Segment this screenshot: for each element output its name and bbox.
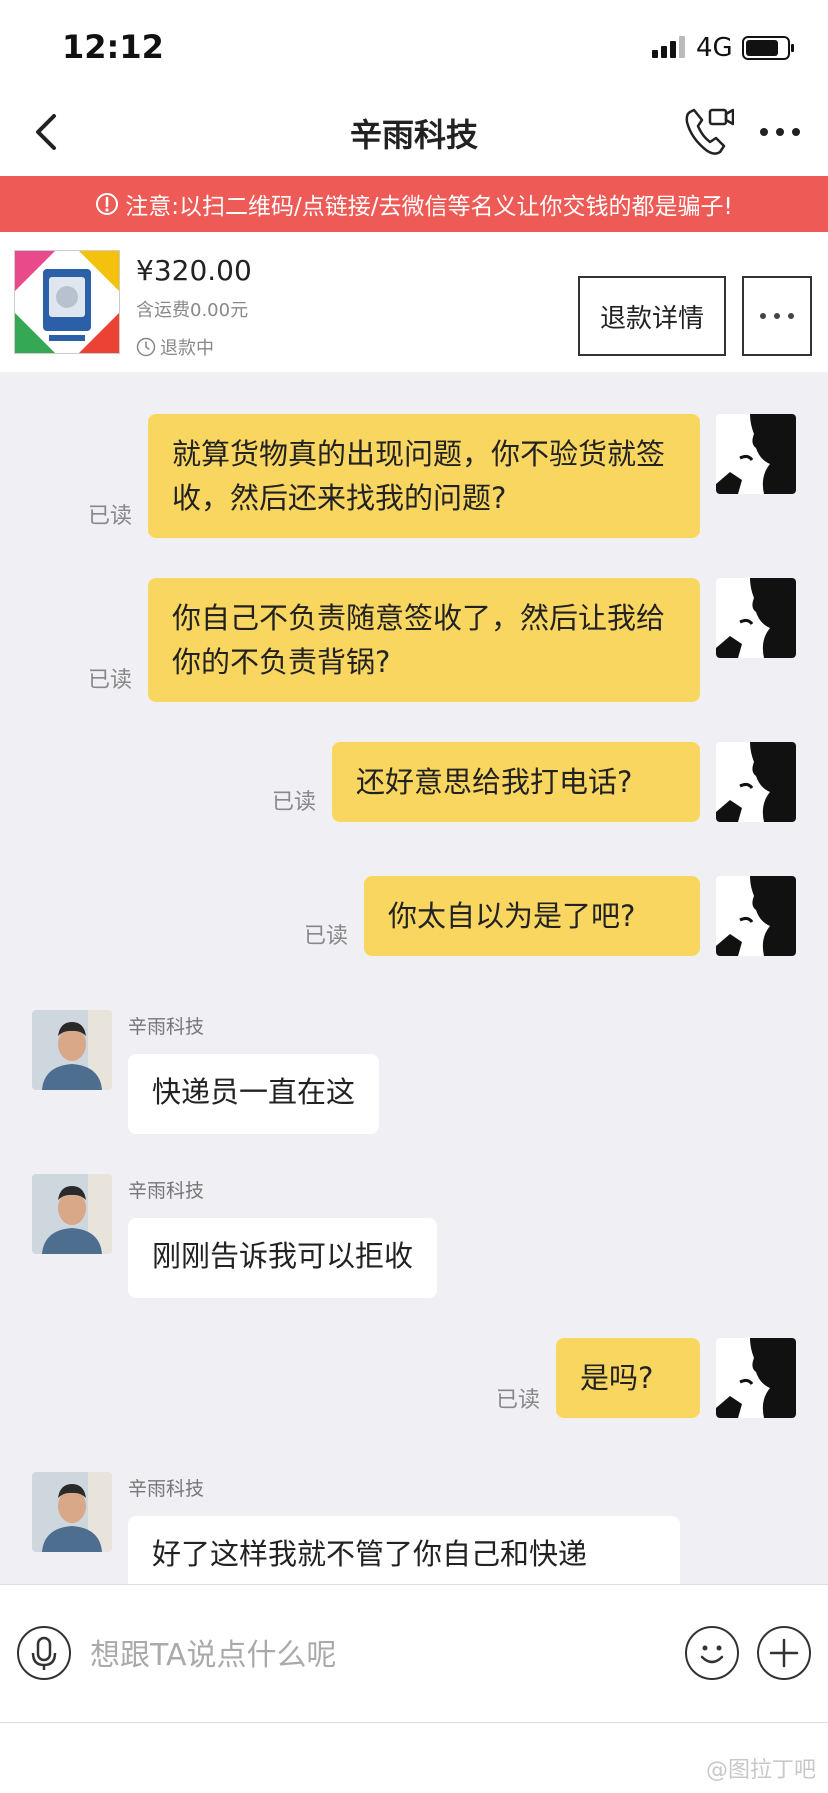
message-bubble-outgoing[interactable]: 就算货物真的出现问题，你不验货就签收，然后还来找我的问题? — [148, 414, 700, 538]
bottom-safe-area — [0, 1722, 828, 1793]
more-icon — [760, 313, 794, 319]
message-bubble-outgoing[interactable]: 是吗? — [556, 1338, 700, 1418]
warning-icon — [96, 193, 119, 215]
input-bar — [0, 1584, 828, 1723]
message-bubble-outgoing[interactable]: 你自己不负责随意签收了，然后让我给你的不负责背锅? — [148, 578, 700, 702]
my-avatar[interactable] — [716, 414, 796, 494]
my-avatar[interactable] — [716, 1338, 796, 1418]
emoji-icon[interactable] — [684, 1625, 740, 1681]
order-more-button[interactable] — [742, 276, 812, 356]
sender-name: 辛雨科技 — [128, 1478, 205, 1500]
refund-status: 退款中 — [136, 334, 214, 360]
contact-avatar[interactable] — [32, 1472, 112, 1552]
status-time: 12:12 — [62, 28, 164, 66]
contact-avatar[interactable] — [32, 1174, 112, 1254]
nav-bar: 辛雨科技 — [0, 88, 828, 176]
battery-icon — [742, 36, 794, 60]
message-bubble-outgoing[interactable]: 还好意思给我打电话? — [332, 742, 700, 822]
read-receipt: 已读 — [272, 790, 317, 815]
network-label: 4G — [696, 33, 733, 63]
message-input[interactable] — [88, 1621, 652, 1689]
product-thumbnail[interactable] — [14, 250, 120, 354]
more-icon[interactable] — [756, 118, 804, 146]
back-arrow-icon[interactable] — [24, 108, 72, 156]
fraud-warning-banner: 注意:以扫二维码/点链接/去微信等名义让你交钱的都是骗子! — [0, 176, 828, 232]
message-bubble-incoming[interactable]: 快递员一直在这 — [128, 1054, 380, 1134]
my-avatar[interactable] — [716, 578, 796, 658]
my-avatar[interactable] — [716, 742, 796, 822]
message-bubble-outgoing[interactable]: 你太自以为是了吧? — [364, 876, 700, 956]
my-avatar[interactable] — [716, 876, 796, 956]
read-receipt: 已读 — [496, 1388, 541, 1413]
shipping-fee: 含运费0.00元 — [136, 300, 249, 321]
product-price: ¥320.00 — [136, 254, 252, 287]
sender-name: 辛雨科技 — [128, 1016, 205, 1038]
contact-avatar[interactable] — [32, 1010, 112, 1090]
refund-status-text: 退款中 — [160, 338, 214, 359]
refund-detail-button[interactable]: 退款详情 — [578, 276, 726, 356]
warning-text: 注意:以扫二维码/点链接/去微信等名义让你交钱的都是骗子! — [125, 194, 733, 220]
signal-icon — [652, 36, 685, 58]
phone-video-icon[interactable] — [682, 106, 734, 158]
sender-name: 辛雨科技 — [128, 1180, 205, 1202]
plus-icon[interactable] — [756, 1625, 812, 1681]
microphone-icon[interactable] — [16, 1625, 72, 1681]
read-receipt: 已读 — [304, 924, 349, 949]
status-bar: 12:12 4G — [0, 0, 828, 88]
message-bubble-incoming[interactable]: 刚刚告诉我可以拒收 — [128, 1218, 438, 1298]
watermark: @图拉丁吧 — [705, 1758, 816, 1783]
order-card[interactable]: ¥320.00 含运费0.00元 退款中 退款详情 — [0, 232, 828, 372]
read-receipt: 已读 — [88, 668, 133, 693]
read-receipt: 已读 — [88, 504, 133, 529]
clock-icon — [136, 337, 156, 357]
